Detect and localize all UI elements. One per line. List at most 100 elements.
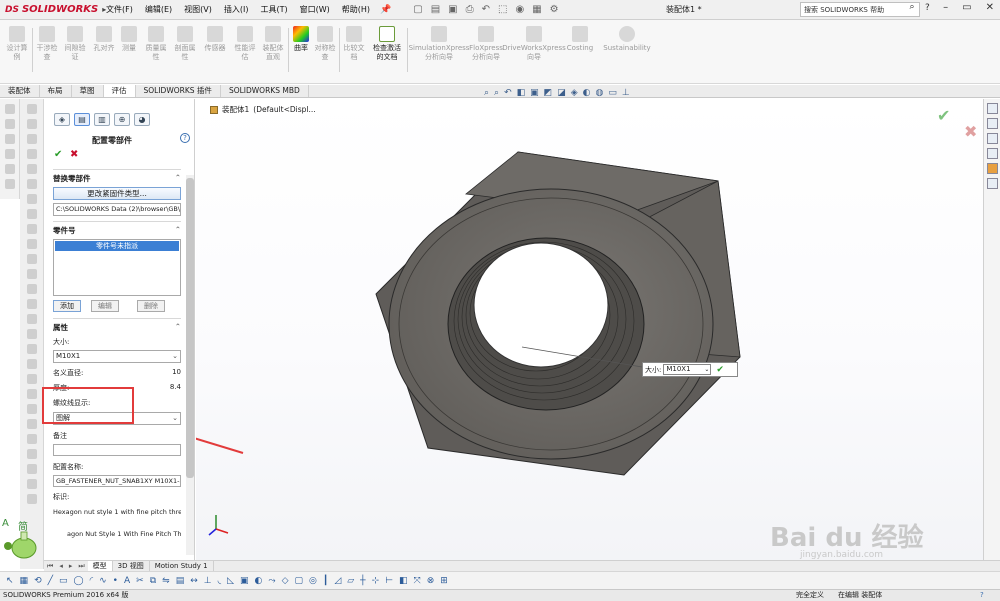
menu-tools[interactable]: 工具(T)	[254, 4, 293, 15]
edit-button[interactable]: 编辑	[91, 300, 119, 312]
tab-model[interactable]: 模型	[87, 561, 113, 571]
tool-icon[interactable]	[26, 389, 37, 399]
restore-button[interactable]: ▭	[962, 2, 971, 13]
ok-check-icon[interactable]: ✔	[54, 149, 62, 160]
tab-addins[interactable]: SOLIDWORKS 插件	[136, 85, 221, 97]
mate-icon[interactable]: ⊗	[427, 576, 435, 586]
options-gear-icon[interactable]: ⚙	[550, 4, 559, 15]
group-header[interactable]: 替换零部件 ⌃	[53, 169, 181, 184]
ribbon-compare[interactable]: 比较文档	[342, 26, 366, 62]
size-select[interactable]: M10X1 ⌄	[53, 350, 181, 363]
close-button[interactable]: ✕	[986, 2, 994, 13]
chamfer-icon[interactable]: ◺	[227, 576, 234, 586]
config-name-input[interactable]: GB_FASTENER_NUT_SNAB1XY M10X1-S	[53, 475, 181, 487]
tool-icon[interactable]	[26, 494, 37, 504]
search-icon[interactable]: ⌕	[904, 2, 920, 17]
tool-icon[interactable]	[26, 449, 37, 459]
help-icon[interactable]: ?	[180, 133, 190, 143]
ribbon-measure[interactable]: 测量	[118, 26, 140, 53]
tool-icon[interactable]	[26, 194, 37, 204]
loft-icon[interactable]: ◇	[282, 576, 289, 586]
tool-icon[interactable]	[26, 329, 37, 339]
line-icon[interactable]: ╱	[48, 576, 53, 586]
text-icon[interactable]: A	[124, 576, 130, 586]
group-header[interactable]: 零件号 ⌃	[53, 221, 181, 236]
graphics-area[interactable]	[196, 99, 983, 560]
grid-icon[interactable]: ▦	[20, 576, 29, 586]
app-logo[interactable]: DS SOLIDWORKS ▸	[0, 4, 106, 15]
change-fastener-type-button[interactable]: 更改紧固件类型...	[53, 187, 181, 200]
callout-confirm-check-icon[interactable]: ✔	[716, 365, 724, 375]
ribbon-interference[interactable]: 干涉检查	[35, 26, 59, 62]
rotate-icon[interactable]: ⟲	[34, 576, 42, 586]
tool-icon[interactable]	[26, 284, 37, 294]
hide-show-icon[interactable]: ◈	[571, 88, 578, 98]
tool-icon[interactable]	[26, 164, 37, 174]
mirror-icon[interactable]: ⇋	[162, 576, 170, 586]
ribbon-simulationxpress[interactable]: SimulationXpress 分析向导	[409, 26, 469, 62]
tab-3d-view[interactable]: 3D 视图	[113, 561, 150, 571]
nut-model[interactable]	[196, 99, 983, 560]
question-icon[interactable]: ?	[925, 3, 930, 13]
tool-icon[interactable]	[26, 479, 37, 489]
tab-mbd[interactable]: SOLIDWORKS MBD	[221, 85, 309, 97]
offset-icon[interactable]: ⧉	[150, 576, 156, 586]
ribbon-curvature[interactable]: 曲率	[291, 26, 311, 53]
coordinate-icon[interactable]: ⊹	[372, 576, 380, 586]
tool-icon[interactable]	[26, 344, 37, 354]
rebuild-icon[interactable]: ◉	[515, 4, 524, 15]
tool-icon[interactable]	[26, 149, 37, 159]
ribbon-check-active[interactable]: 检查激活的文档	[370, 26, 404, 62]
menu-window[interactable]: 窗口(W)	[294, 4, 336, 15]
ribbon-performance[interactable]: 性能评估	[233, 26, 257, 62]
delete-button[interactable]: 删除	[137, 300, 165, 312]
zoom-fit-icon[interactable]: ⌕	[484, 88, 489, 98]
cancel-x-icon[interactable]: ✖	[964, 122, 977, 141]
minimize-button[interactable]: –	[943, 2, 948, 13]
group-header[interactable]: 属性 ⌃	[53, 318, 181, 333]
tab-evaluate[interactable]: 评估	[103, 85, 136, 97]
appearances-icon[interactable]	[986, 163, 998, 174]
tool-icon[interactable]	[26, 299, 37, 309]
ribbon-design-study[interactable]: 设计算例	[4, 26, 30, 62]
tool-icon[interactable]	[4, 119, 15, 129]
tool-icon[interactable]	[4, 134, 15, 144]
revolve-icon[interactable]: ◐	[255, 576, 263, 586]
dimxpert-tab-icon[interactable]: ⊕	[114, 113, 130, 126]
view-settings-icon[interactable]: ▭	[608, 88, 617, 98]
ime-widget[interactable]: A 简	[0, 516, 44, 560]
relation-icon[interactable]: ⊥	[204, 576, 212, 586]
open-icon[interactable]: ▤	[431, 4, 440, 15]
axis-icon[interactable]: ┼	[360, 576, 365, 586]
menu-insert[interactable]: 插入(I)	[218, 4, 255, 15]
tool-icon[interactable]	[26, 119, 37, 129]
ribbon-asm-visual[interactable]: 装配体直观	[260, 26, 286, 62]
ribbon-clearance[interactable]: 间隙验证	[63, 26, 87, 62]
part-number-list[interactable]: 零件号未指派	[53, 239, 181, 296]
point-icon[interactable]: •	[113, 576, 118, 586]
arc-icon[interactable]: ◜	[90, 576, 94, 586]
edit-appearance-icon[interactable]: ◐	[583, 88, 591, 98]
tool-icon[interactable]	[4, 149, 15, 159]
resources-icon[interactable]	[986, 103, 998, 114]
tool-icon[interactable]	[26, 104, 37, 114]
section-icon[interactable]: ◧	[399, 576, 408, 586]
ribbon-section-props[interactable]: 剖面属性	[172, 26, 198, 62]
tool-icon[interactable]	[26, 209, 37, 219]
tool-icon[interactable]	[26, 269, 37, 279]
menu-edit[interactable]: 编辑(E)	[139, 4, 178, 15]
ribbon-symmetry[interactable]: 对称检查	[313, 26, 337, 62]
section-view-icon[interactable]: ◧	[517, 88, 526, 98]
ribbon-floxpress[interactable]: FloXpress 分析向导	[469, 26, 503, 62]
tool-icon[interactable]	[4, 164, 15, 174]
tool-icon[interactable]	[26, 404, 37, 414]
tool-icon[interactable]	[26, 134, 37, 144]
next-tab-icon[interactable]: ▸	[66, 562, 76, 570]
ribbon-sensor[interactable]: 传感器	[201, 26, 229, 53]
cancel-x-icon[interactable]: ✖	[70, 149, 78, 160]
rectangle-icon[interactable]: ▭	[59, 576, 68, 586]
save-icon[interactable]: ▣	[448, 4, 457, 15]
sweep-icon[interactable]: ⤳	[268, 576, 275, 586]
file-path-field[interactable]: C:\SOLIDWORKS Data (2)\browser\GB\nu	[53, 203, 181, 216]
view-palette-icon[interactable]	[986, 148, 998, 159]
